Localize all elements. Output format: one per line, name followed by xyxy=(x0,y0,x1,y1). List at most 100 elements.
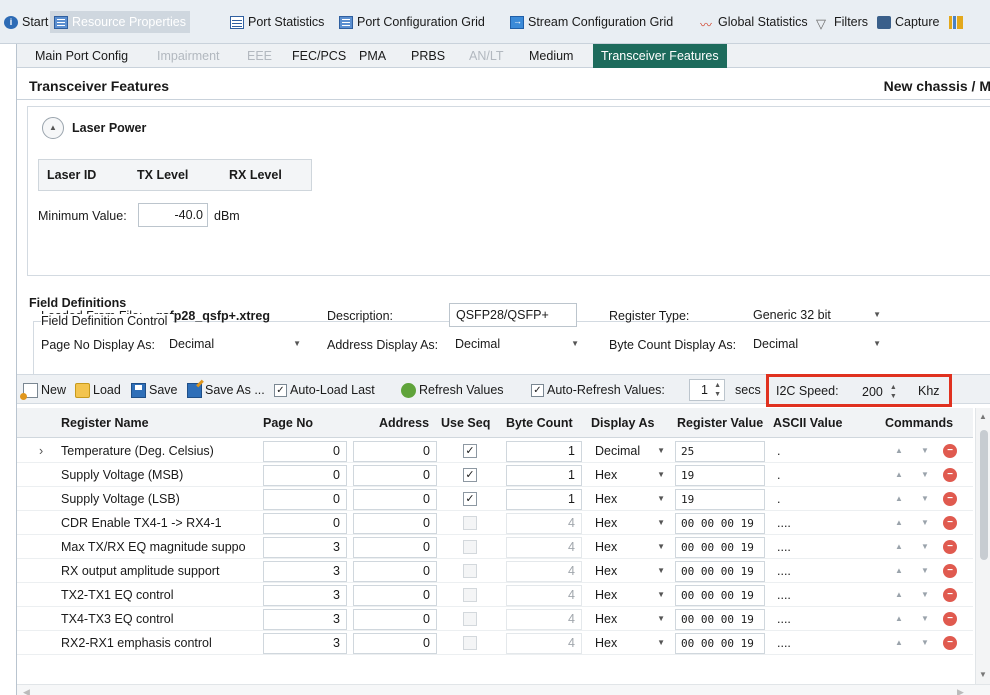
display-as-select[interactable]: Hex ▼ xyxy=(595,583,667,607)
move-up-icon[interactable]: ▲ xyxy=(895,559,903,583)
display-as-select[interactable]: Hex ▼ xyxy=(595,631,667,655)
tab-port-configuration-grid[interactable]: Port Configuration Grid xyxy=(339,11,485,33)
use-seq-checkbox[interactable]: ✓ xyxy=(463,444,477,458)
use-seq-checkbox[interactable] xyxy=(463,564,477,578)
auto-refresh-values-checkbox[interactable]: ✓ Auto-Refresh Values: xyxy=(531,381,665,399)
byte-count-cell[interactable]: 4 xyxy=(506,561,582,582)
address-cell[interactable]: 0 xyxy=(353,633,437,654)
refresh-interval-stepper[interactable]: 1 ▲ ▼ xyxy=(689,378,725,402)
page-no-cell[interactable]: 0 xyxy=(263,441,347,462)
table-row[interactable]: Supply Voltage (LSB) 0 0 ✓ 1 Hex ▼ 19. ▲ ▼ − xyxy=(17,487,973,511)
i2c-speed-stepper[interactable]: 200 ▲ ▼ xyxy=(862,380,897,404)
scroll-up-icon[interactable]: ▲ xyxy=(979,412,987,421)
move-down-icon[interactable]: ▼ xyxy=(921,559,929,583)
byte-count-cell[interactable]: 4 xyxy=(506,609,582,630)
page-no-cell[interactable]: 0 xyxy=(263,513,347,534)
address-cell[interactable]: 0 xyxy=(353,537,437,558)
display-as-select[interactable]: Hex ▼ xyxy=(595,487,667,511)
column-header-page-no[interactable]: Page No xyxy=(263,408,313,438)
register-value-cell[interactable]: 25 xyxy=(675,441,765,462)
table-row[interactable]: Supply Voltage (MSB) 0 0 ✓ 1 Hex ▼ 19. ▲ ▼ − xyxy=(17,463,973,487)
move-up-icon[interactable]: ▲ xyxy=(895,583,903,607)
tab-port-statistics[interactable]: Port Statistics xyxy=(230,11,324,33)
load-button[interactable]: Load xyxy=(75,381,121,399)
delete-icon[interactable]: − xyxy=(943,516,957,530)
register-value-cell[interactable]: 19 xyxy=(675,465,765,486)
table-row[interactable]: RX output amplitude support 3 0 4 Hex ▼ 00 00 … xyxy=(17,559,973,583)
new-button[interactable]: New xyxy=(20,381,66,400)
delete-icon[interactable]: − xyxy=(943,468,957,482)
delete-icon[interactable]: − xyxy=(943,444,957,458)
move-down-icon[interactable]: ▼ xyxy=(921,583,929,607)
column-header-display-as[interactable]: Display As xyxy=(591,408,654,438)
auto-load-last-checkbox[interactable]: ✓ Auto-Load Last xyxy=(274,381,375,399)
move-down-icon[interactable]: ▼ xyxy=(921,535,929,559)
page-no-display-select[interactable]: Decimal ▼ xyxy=(169,332,301,356)
page-no-cell[interactable]: 0 xyxy=(263,489,347,510)
display-as-select[interactable]: Hex ▼ xyxy=(595,535,667,559)
display-as-select[interactable]: Decimal ▼ xyxy=(595,439,667,463)
display-as-select[interactable]: Hex ▼ xyxy=(595,511,667,535)
address-cell[interactable]: 0 xyxy=(353,609,437,630)
byte-count-display-select[interactable]: Decimal ▼ xyxy=(753,332,881,356)
delete-icon[interactable]: − xyxy=(943,564,957,578)
column-header-ascii-value[interactable]: ASCII Value xyxy=(773,408,842,438)
page-no-cell[interactable]: 0 xyxy=(263,465,347,486)
use-seq-checkbox[interactable] xyxy=(463,636,477,650)
table-row[interactable]: TX4-TX3 EQ control 3 0 4 Hex ▼ 00 00 00 19....… xyxy=(17,607,973,631)
delete-icon[interactable]: − xyxy=(943,612,957,626)
display-as-select[interactable]: Hex ▼ xyxy=(595,559,667,583)
register-value-cell[interactable]: 00 00 00 19 xyxy=(675,609,765,630)
use-seq-checkbox[interactable]: ✓ xyxy=(463,468,477,482)
move-up-icon[interactable]: ▲ xyxy=(895,439,903,463)
byte-count-cell[interactable]: 1 xyxy=(506,489,582,510)
use-seq-checkbox[interactable]: ✓ xyxy=(463,492,477,506)
column-header-byte-count[interactable]: Byte Count xyxy=(506,408,573,438)
register-value-cell[interactable]: 00 00 00 19 xyxy=(675,633,765,654)
page-no-cell[interactable]: 3 xyxy=(263,585,347,606)
column-header-address[interactable]: Address xyxy=(379,408,429,438)
byte-count-cell[interactable]: 4 xyxy=(506,633,582,654)
subtab-medium[interactable]: Medium xyxy=(529,44,573,68)
scroll-right-icon[interactable]: ▶ xyxy=(957,685,964,695)
use-seq-checkbox[interactable] xyxy=(463,540,477,554)
delete-icon[interactable]: − xyxy=(943,492,957,506)
subtab-fec-pcs[interactable]: FEC/PCS xyxy=(292,44,346,68)
use-seq-checkbox[interactable] xyxy=(463,516,477,530)
address-cell[interactable]: 0 xyxy=(353,489,437,510)
byte-count-cell[interactable]: 4 xyxy=(506,585,582,606)
register-value-cell[interactable]: 00 00 00 19 xyxy=(675,561,765,582)
subtab-prbs[interactable]: PRBS xyxy=(411,44,445,68)
display-as-select[interactable]: Hex ▼ xyxy=(595,607,667,631)
register-value-cell[interactable]: 00 00 00 19 xyxy=(675,513,765,534)
table-row[interactable]: RX2-RX1 emphasis control 3 0 4 Hex ▼ 00 00 00 … xyxy=(17,631,973,655)
tab-global-statistics[interactable]: 〰 Global Statistics xyxy=(700,11,808,33)
move-up-icon[interactable]: ▲ xyxy=(895,463,903,487)
register-value-cell[interactable]: 19 xyxy=(675,489,765,510)
subtab-pma[interactable]: PMA xyxy=(359,44,386,68)
move-up-icon[interactable]: ▲ xyxy=(895,511,903,535)
vertical-scrollbar[interactable]: ▲ ▼ xyxy=(975,408,990,684)
column-header-use-seq[interactable]: Use Seq xyxy=(441,408,490,438)
register-type-select[interactable]: Generic 32 bit ▼ xyxy=(753,303,881,327)
tab-stream-configuration-grid[interactable]: Stream Configuration Grid xyxy=(510,11,673,33)
scroll-down-icon[interactable]: ▼ xyxy=(979,670,987,679)
page-no-cell[interactable]: 3 xyxy=(263,609,347,630)
subtab-transceiver-features[interactable]: Transceiver Features xyxy=(593,44,727,68)
byte-count-cell[interactable]: 1 xyxy=(506,465,582,486)
horizontal-scrollbar[interactable]: ◀ ▶ xyxy=(17,684,990,695)
move-up-icon[interactable]: ▲ xyxy=(895,487,903,511)
address-cell[interactable]: 0 xyxy=(353,561,437,582)
minimum-value-input[interactable]: -40.0 xyxy=(138,203,208,227)
subtab-main-port-config[interactable]: Main Port Config xyxy=(35,44,128,68)
move-up-icon[interactable]: ▲ xyxy=(895,631,903,655)
move-down-icon[interactable]: ▼ xyxy=(921,511,929,535)
tab-filters[interactable]: ▽ Filters xyxy=(816,11,868,33)
table-row[interactable]: CDR Enable TX4-1 -> RX4-1 0 0 4 Hex ▼ 00 00 00… xyxy=(17,511,973,535)
delete-icon[interactable]: − xyxy=(943,636,957,650)
byte-count-cell[interactable]: 4 xyxy=(506,513,582,534)
move-down-icon[interactable]: ▼ xyxy=(921,439,929,463)
delete-icon[interactable]: − xyxy=(943,540,957,554)
move-down-icon[interactable]: ▼ xyxy=(921,487,929,511)
byte-count-cell[interactable]: 1 xyxy=(506,441,582,462)
